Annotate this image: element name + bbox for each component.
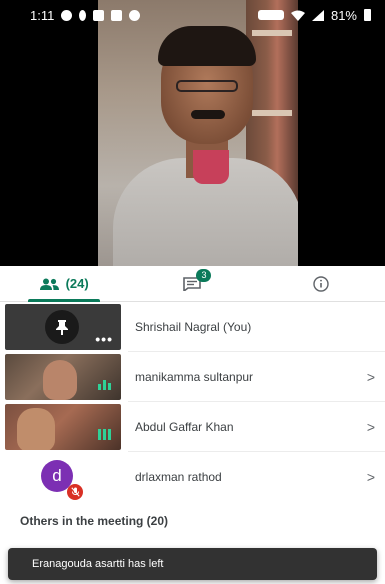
speaker-glasses [176,80,238,92]
people-count: (24) [65,276,89,291]
chevron-right-icon[interactable]: > [357,369,385,385]
status-bar: 1:11 81% [0,0,385,30]
status-left: 1:11 [30,7,141,23]
tab-people[interactable]: (24) [0,266,128,302]
chat-unread-badge: 3 [196,268,212,282]
more-options-icon[interactable]: ••• [95,332,113,346]
participant-video-face [17,408,55,450]
tab-info[interactable] [257,266,385,301]
battery-icon [364,9,371,21]
heart-notification-icon [93,9,105,21]
snackbar-message: Eranagouda asartti has left [32,558,164,570]
audio-level-icon [98,429,111,440]
participant-row[interactable]: d drlaxman rathod > [0,452,385,502]
participant-row[interactable]: Abdul Gaffar Khan > [0,402,385,452]
participant-list: ••• Shrishail Nagral (You) manikamma sul… [0,302,385,502]
snackbar: Eranagouda asartti has left [8,548,377,580]
battery-percent: 81% [330,7,357,23]
camera-notification-icon [61,9,73,21]
message-notification-icon [111,9,123,21]
others-section-title: Others in the meeting (20) [20,514,169,528]
participant-name: manikamma sultanpur [135,370,254,384]
speaker-collar [193,150,229,184]
participant-row[interactable]: manikamma sultanpur > [0,352,385,402]
participant-tile [5,354,121,400]
cast-icon [257,10,284,20]
meeting-tabs: (24) 3 [0,266,385,302]
participant-video-face [43,360,77,400]
participant-tile: d [5,454,121,500]
participant-tile: ••• [5,304,121,350]
wifi-icon [290,10,305,21]
speaker-video-feed [98,0,298,266]
mic-off-icon [67,484,83,500]
status-right: 81% [257,7,371,23]
status-time: 1:11 [30,7,55,23]
audio-level-icon [98,380,111,390]
settings-notification-icon [129,9,141,21]
pin-button[interactable] [45,310,79,344]
signal-icon [311,9,324,21]
speaker-mustache [191,110,225,119]
chevron-right-icon[interactable]: > [357,419,385,435]
chevron-right-icon[interactable]: > [357,469,385,485]
info-icon [313,275,329,292]
speaker-hair [158,26,256,66]
participant-tile [5,404,121,450]
chat-icon-wrap: 3 [183,268,212,293]
tab-chat[interactable]: 3 [128,266,256,301]
main-video[interactable]: 1:11 81% [0,0,385,266]
pin-icon [56,320,68,335]
participant-name: drlaxman rathod [135,470,222,484]
mic-notification-icon [79,9,87,21]
participant-name: Abdul Gaffar Khan [135,420,234,434]
people-icon [39,278,59,290]
participant-name: Shrishail Nagral (You) [135,320,252,334]
participant-row[interactable]: ••• Shrishail Nagral (You) [0,302,385,352]
